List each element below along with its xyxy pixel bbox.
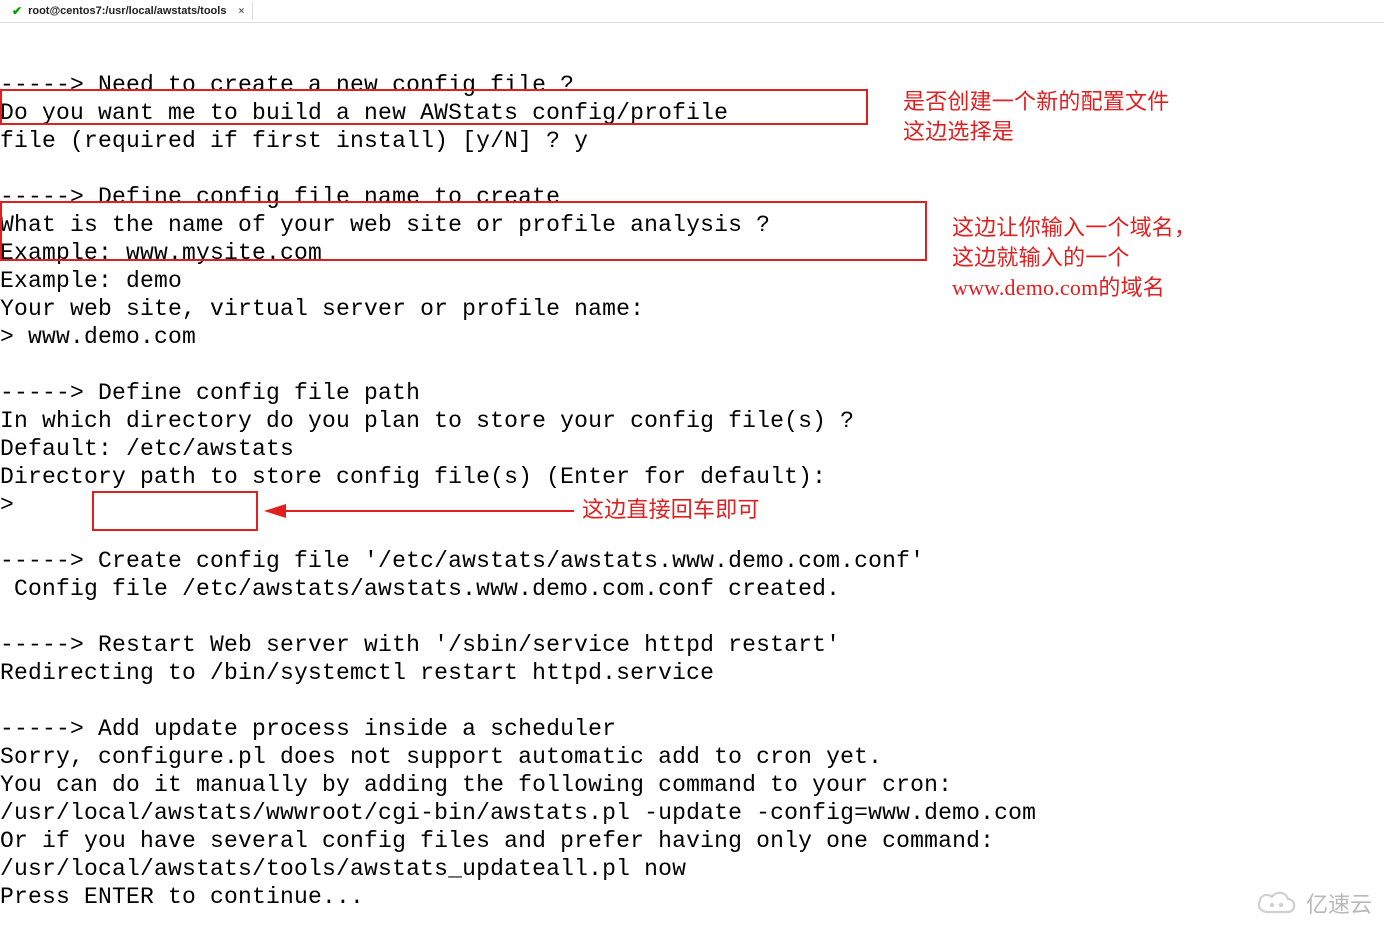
terminal-output[interactable]: -----> Need to create a new config file … xyxy=(0,23,1384,929)
tab-title: root@centos7:/usr/local/awstats/tools xyxy=(28,5,226,17)
terminal-line: -----> Need to create a new config file … xyxy=(0,71,1384,99)
terminal-line: -----> Define config file name to create xyxy=(0,183,1384,211)
terminal-line: > www.demo.com xyxy=(0,323,1384,351)
terminal-line: > xyxy=(0,491,1384,519)
terminal-line: You can do it manually by adding the fol… xyxy=(0,771,1384,799)
terminal-line: file (required if first install) [y/N] ?… xyxy=(0,127,1384,155)
terminal-line xyxy=(0,603,1384,631)
close-icon[interactable]: × xyxy=(238,6,244,17)
terminal-line xyxy=(0,519,1384,547)
terminal-line: What is the name of your web site or pro… xyxy=(0,211,1384,239)
terminal-line: Default: /etc/awstats xyxy=(0,435,1384,463)
terminal-line xyxy=(0,351,1384,379)
terminal-line: Config file /etc/awstats/awstats.www.dem… xyxy=(0,575,1384,603)
terminal-line: In which directory do you plan to store … xyxy=(0,407,1384,435)
terminal-line xyxy=(0,155,1384,183)
terminal-tab[interactable]: ✔ root@centos7:/usr/local/awstats/tools … xyxy=(4,2,253,20)
terminal-line: -----> Add update process inside a sched… xyxy=(0,715,1384,743)
tab-bar: ✔ root@centos7:/usr/local/awstats/tools … xyxy=(0,0,1384,23)
terminal-line: -----> Define config file path xyxy=(0,379,1384,407)
watermark-text: 亿速云 xyxy=(1306,887,1372,919)
terminal-line: Do you want me to build a new AWStats co… xyxy=(0,99,1384,127)
terminal-line: -----> Create config file '/etc/awstats/… xyxy=(0,547,1384,575)
terminal-line xyxy=(0,43,1384,71)
terminal-line: Redirecting to /bin/systemctl restart ht… xyxy=(0,659,1384,687)
watermark: 亿速云 xyxy=(1254,887,1372,919)
terminal-line: /usr/local/awstats/tools/awstats_updatea… xyxy=(0,855,1384,883)
cloud-icon xyxy=(1254,888,1298,918)
terminal-line: Directory path to store config file(s) (… xyxy=(0,463,1384,491)
terminal-line: Example: www.mysite.com xyxy=(0,239,1384,267)
connected-icon: ✔ xyxy=(12,4,22,18)
terminal-line: Or if you have several config files and … xyxy=(0,827,1384,855)
terminal-line: Example: demo xyxy=(0,267,1384,295)
terminal-line xyxy=(0,687,1384,715)
terminal-line: Your web site, virtual server or profile… xyxy=(0,295,1384,323)
terminal-line: Press ENTER to continue... xyxy=(0,883,1384,911)
terminal-line: /usr/local/awstats/wwwroot/cgi-bin/awsta… xyxy=(0,799,1384,827)
terminal-line: -----> Restart Web server with '/sbin/se… xyxy=(0,631,1384,659)
terminal-line: Sorry, configure.pl does not support aut… xyxy=(0,743,1384,771)
